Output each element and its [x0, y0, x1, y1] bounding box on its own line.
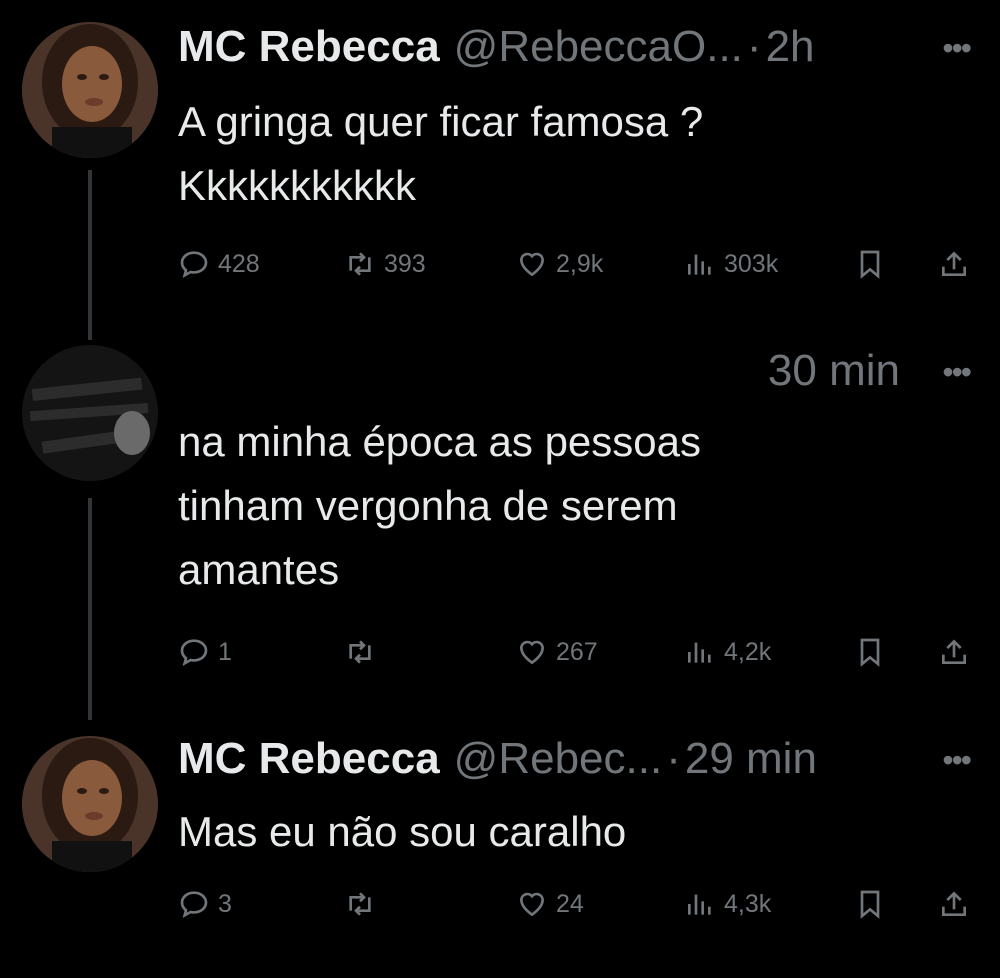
bookmark-button[interactable]	[854, 248, 894, 280]
more-icon[interactable]: •••	[942, 354, 972, 391]
reply-icon	[180, 251, 208, 279]
views-button[interactable]: 4,2k	[684, 636, 771, 668]
bookmark-button[interactable]	[854, 636, 894, 668]
avatar[interactable]	[22, 736, 158, 872]
retweet-count: 393	[384, 250, 426, 278]
display-name[interactable]: MC Rebecca	[178, 22, 440, 72]
reply-icon	[180, 891, 208, 919]
tweet-text: Mas eu não sou caralho	[178, 808, 627, 855]
timestamp[interactable]: 29 min	[685, 734, 817, 784]
retweet-button[interactable]	[344, 888, 384, 920]
like-count: 24	[556, 890, 584, 918]
reply-icon	[180, 639, 208, 667]
like-count: 267	[556, 638, 598, 666]
tweet-text: A gringa quer ficar famosa ? Kkkkkkkkkkk	[178, 98, 704, 209]
tweet-header: MC Rebecca @RebeccaO... · 2h	[178, 22, 900, 78]
tweet-header: MC Rebecca @Rebec... · 29 min	[178, 734, 900, 790]
more-icon[interactable]: •••	[942, 742, 972, 779]
retweet-icon	[349, 640, 371, 664]
reply-count: 428	[218, 250, 260, 278]
tweet-actions: 428 393 2,9k 303k	[178, 248, 978, 292]
bookmark-icon	[860, 890, 880, 919]
retweet-button[interactable]: 393	[344, 248, 426, 280]
tweet-text: na minha época as pessoas tinham vergonh…	[178, 418, 702, 593]
reply-count: 3	[218, 890, 232, 918]
views-count: 4,2k	[724, 638, 772, 666]
separator-dot: ·	[666, 734, 681, 783]
tweet-actions: 3 24 4,3k	[178, 888, 978, 932]
views-button[interactable]: 4,3k	[684, 888, 771, 920]
like-icon	[519, 252, 545, 277]
separator-dot: ·	[746, 22, 762, 71]
user-handle[interactable]: @Rebec...	[454, 734, 663, 784]
bookmark-icon	[860, 250, 880, 279]
views-count: 303k	[724, 250, 779, 278]
retweet-icon	[349, 252, 371, 276]
more-icon[interactable]: •••	[942, 30, 972, 67]
like-icon	[519, 640, 545, 665]
thread-line	[88, 170, 92, 340]
share-button[interactable]	[938, 636, 978, 668]
views-button[interactable]: 303k	[684, 248, 778, 280]
display-name[interactable]: MC Rebecca	[178, 734, 440, 784]
timestamp[interactable]: 30 min	[768, 346, 900, 396]
share-button[interactable]	[938, 248, 978, 280]
views-icon	[688, 254, 711, 275]
share-icon	[942, 251, 966, 276]
reply-count: 1	[218, 638, 232, 666]
share-icon	[942, 639, 966, 664]
reply-button[interactable]: 1	[178, 636, 232, 668]
reply-button[interactable]: 3	[178, 888, 232, 920]
bookmark-icon	[860, 638, 880, 667]
like-count: 2,9k	[556, 250, 604, 278]
like-icon	[519, 892, 545, 917]
like-button[interactable]: 267	[516, 636, 598, 668]
retweet-icon	[349, 892, 371, 916]
views-count: 4,3k	[724, 890, 772, 918]
reply-button[interactable]: 428	[178, 248, 260, 280]
avatar[interactable]	[22, 345, 158, 481]
avatar[interactable]	[22, 22, 158, 158]
like-button[interactable]: 2,9k	[516, 248, 603, 280]
user-handle[interactable]: @RebeccaO...	[454, 22, 743, 72]
retweet-button[interactable]	[344, 636, 384, 668]
thread-line	[88, 498, 92, 720]
share-button[interactable]	[938, 888, 978, 920]
tweet-actions: 1 267 4,2k	[178, 636, 978, 680]
share-icon	[942, 891, 966, 916]
views-icon	[688, 894, 711, 915]
like-button[interactable]: 24	[516, 888, 584, 920]
bookmark-button[interactable]	[854, 888, 894, 920]
views-icon	[688, 642, 711, 663]
timestamp[interactable]: 2h	[766, 22, 815, 72]
